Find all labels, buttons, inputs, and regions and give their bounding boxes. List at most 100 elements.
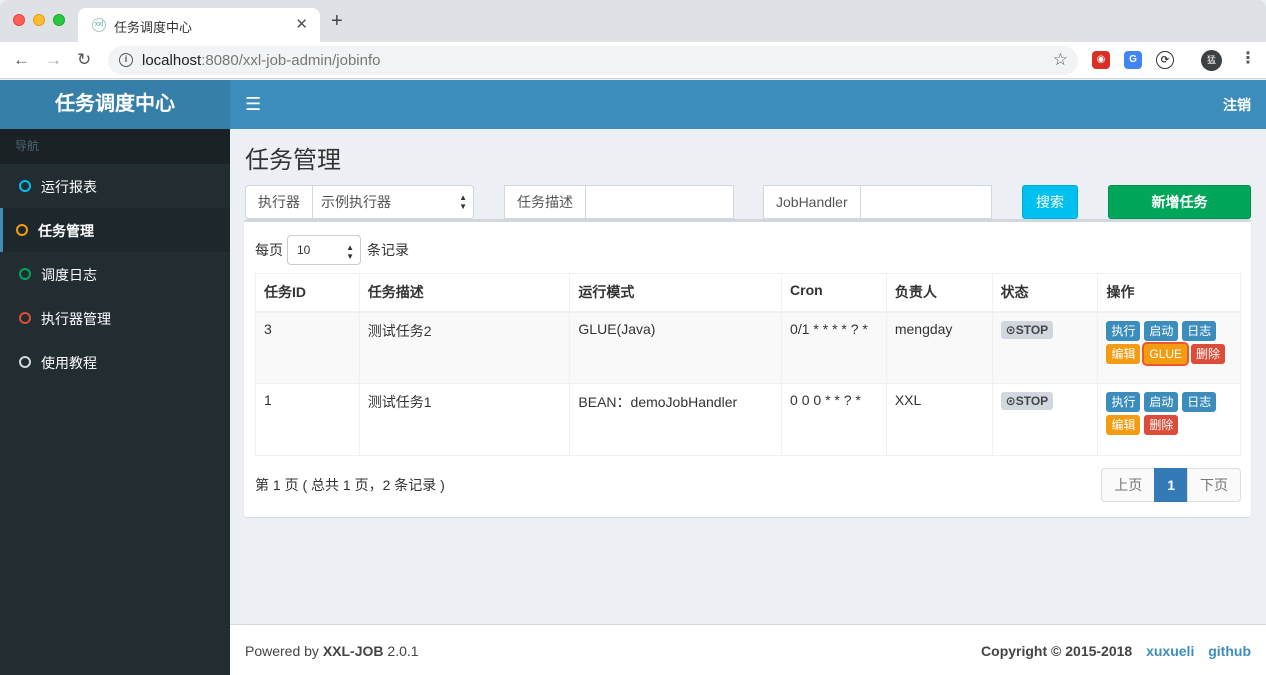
tab-title: 任务调度中心: [114, 20, 193, 35]
table-info: 第 1 页 ( 总共 1 页，2 条记录 ): [255, 477, 445, 493]
window-zoom-button[interactable]: [53, 14, 65, 26]
cell-desc: 测试任务2: [358, 311, 571, 384]
current-page-button[interactable]: 1: [1154, 468, 1188, 502]
start-button[interactable]: 启动: [1144, 320, 1179, 341]
forward-icon[interactable]: →: [45, 50, 62, 70]
start-button[interactable]: 启动: [1144, 392, 1179, 412]
top-header: ☰ 注销: [230, 80, 1266, 129]
address-bar[interactable]: i localhost:8080/xxl-job-admin/jobinfo ☆: [108, 46, 1078, 75]
github-link[interactable]: github: [1208, 643, 1251, 659]
bookmark-star-icon[interactable]: ☆: [1053, 50, 1068, 70]
next-page-button[interactable]: 下页: [1187, 468, 1241, 502]
select-arrows-icon: ▲ ▼: [459, 193, 467, 211]
site-info-icon[interactable]: i: [119, 53, 133, 67]
sidebar-item[interactable]: 运行报表: [0, 164, 230, 208]
cell-status: ⊙STOP: [991, 311, 1099, 384]
executor-label: 执行器: [245, 185, 313, 219]
cell-id: 3: [255, 311, 360, 384]
back-icon[interactable]: ←: [13, 50, 30, 70]
window-minimize-button[interactable]: [33, 14, 45, 26]
search-button[interactable]: 搜索: [1022, 185, 1078, 219]
log-button[interactable]: 日志: [1182, 392, 1217, 412]
copyright: Copyright © 2015-2018 xuxueli github: [981, 643, 1251, 659]
nav-header: 导航: [0, 129, 230, 164]
desc-input[interactable]: [586, 185, 734, 219]
cell-status: ⊙STOP: [991, 383, 1099, 456]
sidebar-item-label: 执行器管理: [41, 311, 111, 327]
window-close-button[interactable]: [13, 14, 25, 26]
pagination: 上页 1 下页: [1101, 468, 1241, 502]
cell-owner: XXL: [885, 383, 993, 456]
executor-select[interactable]: 示例执行器 ▲ ▼: [313, 185, 474, 219]
sidebar-item-label: 调度日志: [41, 267, 97, 283]
cell-desc: 测试任务1: [358, 383, 571, 456]
cell-id: 1: [255, 383, 360, 456]
run-button[interactable]: 执行: [1106, 392, 1141, 412]
reload-icon[interactable]: ↻: [77, 50, 91, 70]
length-suffix: 条记录: [367, 242, 409, 258]
sidebar-item-label: 运行报表: [41, 179, 97, 195]
url-text[interactable]: localhost:8080/xxl-job-admin/jobinfo: [142, 52, 380, 69]
circle-icon: [19, 312, 31, 324]
col-header[interactable]: 运行模式: [569, 273, 783, 313]
app-logo[interactable]: 任务调度中心: [0, 80, 230, 129]
sidebar-item[interactable]: 使用教程: [0, 340, 230, 384]
favicon-icon: xxl: [92, 18, 106, 32]
col-header[interactable]: 任务ID: [255, 273, 360, 313]
browser-menu-icon[interactable]: ⋮: [1240, 49, 1256, 69]
sidebar-item[interactable]: 调度日志: [0, 252, 230, 296]
status-badge: ⊙STOP: [1000, 392, 1054, 410]
cell-ops: 执行 启动 日志 编辑 GLUE 删除: [1097, 311, 1241, 384]
cell-cron: 0 0 0 * * ? *: [781, 383, 887, 456]
handler-label: JobHandler: [763, 185, 861, 219]
edit-button[interactable]: 编辑: [1106, 343, 1141, 364]
sidebar-item[interactable]: 任务管理: [0, 208, 230, 252]
log-button[interactable]: 日志: [1182, 320, 1217, 341]
powered-by: Powered by XXL-JOB 2.0.1: [245, 643, 419, 659]
sidebar-toggle-icon[interactable]: ☰: [245, 95, 261, 113]
extension-translate-icon[interactable]: G: [1124, 51, 1142, 69]
profile-avatar[interactable]: 猛: [1201, 50, 1222, 71]
sidebar-item-label: 使用教程: [41, 355, 97, 371]
browser-toolbar: ← → ↻ i localhost:8080/xxl-job-admin/job…: [0, 42, 1266, 79]
extension-sync-icon[interactable]: ⟳: [1156, 51, 1174, 69]
sidebar: 任务调度中心 导航 运行报表任务管理调度日志执行器管理使用教程: [0, 80, 230, 675]
col-header[interactable]: 任务描述: [358, 273, 571, 313]
status-badge: ⊙STOP: [1000, 320, 1054, 339]
table-header-row: 任务ID 任务描述 运行模式 Cron 负责人 状态 操作: [255, 273, 1241, 313]
logout-link[interactable]: 注销: [1223, 95, 1251, 115]
glue-button[interactable]: GLUE: [1142, 341, 1190, 366]
col-header[interactable]: 负责人: [885, 273, 993, 313]
author-link[interactable]: xuxueli: [1146, 643, 1194, 659]
page-length-select[interactable]: 10 ▲ ▼: [287, 235, 361, 265]
delete-button[interactable]: 删除: [1190, 343, 1225, 364]
circle-icon: [19, 356, 31, 368]
cell-mode: BEAN：demoJobHandler: [569, 383, 783, 456]
delete-button[interactable]: 删除: [1144, 415, 1179, 435]
run-button[interactable]: 执行: [1106, 320, 1141, 341]
prev-page-button[interactable]: 上页: [1101, 468, 1156, 502]
browser-tabbar: xxl 任务调度中心 ✕ +: [0, 0, 1266, 42]
cell-mode: GLUE(Java): [569, 311, 783, 384]
circle-icon: [19, 180, 31, 192]
extension-adblock-icon[interactable]: ◉: [1092, 51, 1110, 69]
footer: Powered by XXL-JOB 2.0.1 Copyright © 201…: [230, 624, 1266, 675]
tab-close-icon[interactable]: ✕: [295, 15, 308, 33]
col-header[interactable]: 状态: [991, 273, 1099, 313]
executor-filter: 执行器 示例执行器 ▲ ▼: [245, 185, 474, 219]
sidebar-item[interactable]: 执行器管理: [0, 296, 230, 340]
sidebar-item-label: 任务管理: [38, 223, 94, 239]
col-header[interactable]: Cron: [781, 273, 887, 313]
circle-icon: [19, 268, 31, 280]
browser-tab[interactable]: xxl 任务调度中心 ✕: [78, 8, 320, 42]
new-tab-icon[interactable]: +: [331, 11, 343, 31]
edit-button[interactable]: 编辑: [1106, 415, 1141, 435]
add-job-button[interactable]: 新增任务: [1108, 185, 1251, 219]
select-arrows-icon: ▲ ▼: [346, 243, 354, 261]
job-table-box: 每页 10 ▲ ▼ 条记录 任务ID 任务描述 运行模式 Cron 负责人 状态 …: [244, 219, 1251, 517]
job-table: 任务ID 任务描述 运行模式 Cron 负责人 状态 操作 3 测试任务2 GLUE…: [255, 273, 1241, 456]
handler-input[interactable]: [860, 185, 992, 219]
desc-filter: 任务描述: [504, 185, 734, 219]
cell-cron: 0/1 * * * * ? *: [781, 311, 887, 384]
length-prefix: 每页: [255, 242, 283, 258]
